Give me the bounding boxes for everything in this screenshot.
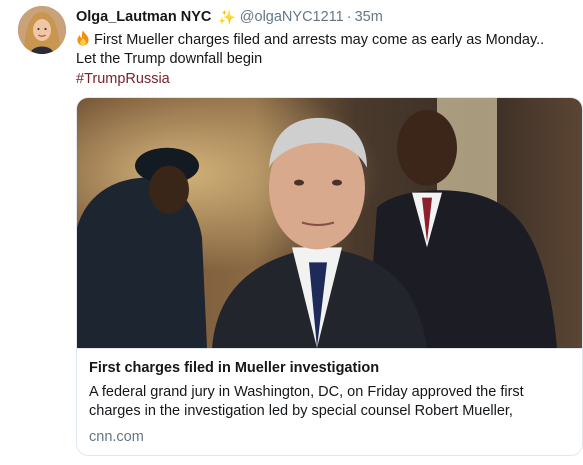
separator-dot: ·	[346, 9, 352, 25]
fire-icon	[77, 30, 89, 46]
tweet-header: Olga_Lautman NYC ✨ @olgaNYC1211 · 35m	[76, 8, 583, 26]
card-body: First charges filed in Mueller investiga…	[77, 349, 582, 447]
display-name[interactable]: Olga_Lautman NYC	[76, 8, 211, 26]
card-title[interactable]: First charges filed in Mueller investiga…	[89, 359, 570, 378]
tweet-content: Olga_Lautman NYC ✨ @olgaNYC1211 · 35m Fi…	[76, 8, 583, 89]
sparkle-icon: ✨	[218, 9, 236, 25]
tweet-text-block: First Mueller charges filed and arrests …	[76, 30, 566, 69]
tweet[interactable]: Olga_Lautman NYC ✨ @olgaNYC1211 · 35m Fi…	[0, 0, 583, 465]
hashtag-link[interactable]: #TrumpRussia	[76, 70, 583, 89]
card-image[interactable]	[77, 98, 583, 349]
card-description: A federal grand jury in Washington, DC, …	[89, 384, 524, 419]
card-domain: cnn.com	[89, 429, 144, 445]
avatar[interactable]	[18, 6, 66, 54]
timestamp[interactable]: 35m	[355, 8, 383, 26]
user-handle[interactable]: @olgaNYC1211	[240, 8, 344, 26]
tweet-text: First Mueller charges filed and arrests …	[76, 32, 545, 67]
link-card[interactable]: First charges filed in Mueller investiga…	[76, 97, 583, 456]
